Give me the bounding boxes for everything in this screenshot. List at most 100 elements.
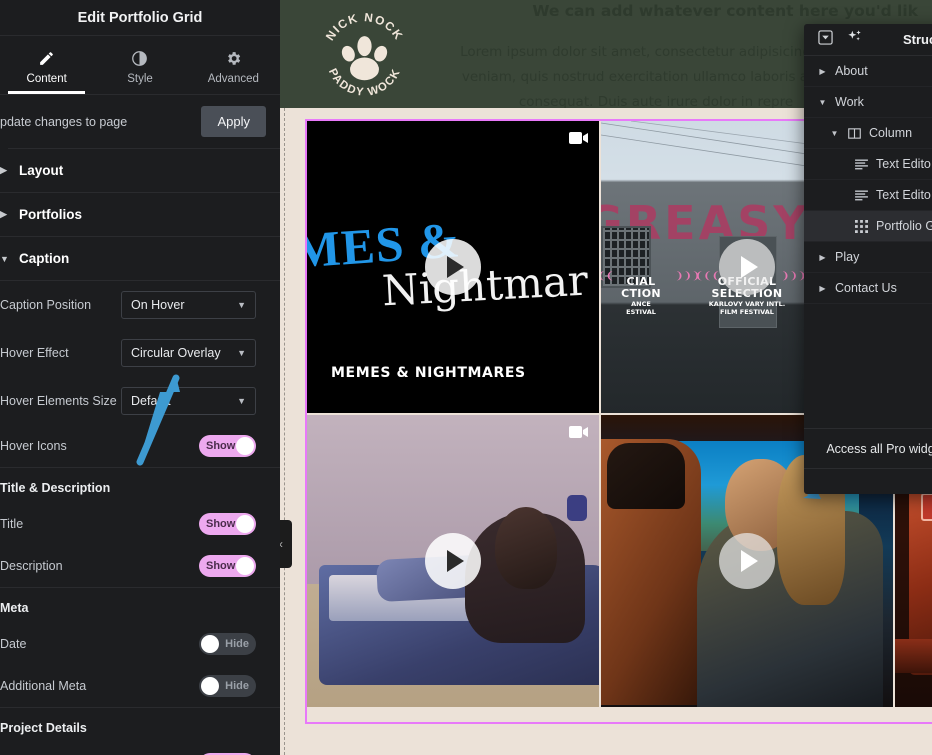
tree-item-label: Portfolio G [876, 219, 932, 233]
structure-title: Struc [903, 32, 932, 47]
panel-collapse-handle[interactable]: ‹ [280, 520, 292, 568]
tree-item-contact-us[interactable]: ▶ Contact Us [804, 273, 932, 304]
tree-item-label: Contact Us [835, 281, 897, 295]
text-editor-icon [854, 189, 868, 201]
date-toggle[interactable]: Hide [199, 633, 256, 655]
caption-position-value: On Hover [131, 298, 185, 312]
chevron-down-icon: ▼ [237, 300, 246, 310]
control-hover-elements-size: Hover Elements Size Default ▼ [0, 377, 280, 425]
laurel-leaf-right-icon: ❩❩❩ [675, 271, 701, 282]
play-button[interactable] [719, 239, 775, 295]
tile-artwork-word-b: Nightmar [380, 255, 590, 316]
gear-icon [225, 50, 242, 68]
portfolio-tile[interactable] [307, 415, 599, 707]
chevron-down-icon[interactable]: ▼ [818, 98, 827, 107]
control-description: Description Show [0, 545, 280, 587]
section-caption-label: Caption [19, 251, 70, 266]
tab-style[interactable]: Style [93, 36, 186, 94]
section-portfolios-label: Portfolios [19, 207, 82, 222]
tab-content-label: Content [26, 72, 67, 85]
play-button[interactable] [719, 533, 775, 589]
counter [895, 639, 932, 673]
control-caption-position: Caption Position On Hover ▼ [0, 281, 280, 329]
panel-scroll-area: pdate changes to page Apply ▶ Layout ▶ P… [0, 95, 280, 755]
car-headrest [607, 443, 685, 509]
subsection-project-details: Project Details [0, 721, 87, 735]
hover-effect-label: Hover Effect [0, 346, 69, 360]
additional-meta-toggle[interactable]: Hide [199, 675, 256, 697]
tab-advanced-label: Advanced [207, 72, 259, 85]
tile-caption: MEMES & NIGHTMARES [331, 365, 526, 381]
control-title: Title Show [0, 503, 280, 545]
tree-item-column[interactable]: ▼ Column [804, 118, 932, 149]
description-label: Description [0, 559, 63, 573]
subsection-meta: Meta [0, 601, 29, 615]
structure-footer-menu[interactable]: ··· [804, 468, 932, 494]
tree-item-label: About [835, 64, 868, 78]
subsection-title-description: Title & Description [0, 481, 111, 495]
tree-item-portfolio-grid[interactable]: Portfolio G [804, 211, 932, 242]
chevron-right-icon[interactable]: ▶ [818, 253, 827, 262]
hover-effect-value: Circular Overlay [131, 346, 221, 360]
hero-tagline: We can add whatever content here you'd l… [532, 2, 918, 20]
boxed-chevron-down-icon[interactable] [818, 29, 833, 50]
play-triangle-icon [446, 256, 464, 278]
chevron-down-icon: ▼ [237, 348, 246, 358]
tree-item-text-editor[interactable]: Text Edito [804, 180, 932, 211]
hover-icons-toggle[interactable]: Show [199, 435, 256, 457]
tree-item-label: Work [835, 95, 864, 109]
pro-widgets-promo[interactable]: Access all Pro widge [804, 428, 932, 468]
column-icon [847, 127, 861, 140]
chevron-right-icon: ▶ [0, 165, 7, 175]
portfolio-tile[interactable]: MES & Nightmar MEMES & NIGHTMARES [307, 121, 599, 413]
tree-item-work[interactable]: ▼ Work [804, 87, 932, 118]
section-portfolios[interactable]: ▶ Portfolios [0, 193, 280, 237]
control-date: Date Hide [0, 623, 280, 665]
structure-header: Struc [804, 24, 932, 56]
control-additional-meta: Additional Meta Hide [0, 665, 280, 707]
title-toggle[interactable]: Show [199, 513, 256, 535]
play-button[interactable] [425, 533, 481, 589]
play-triangle-icon [446, 550, 464, 572]
panel-title: Edit Portfolio Grid [0, 0, 280, 36]
structure-navigator-panel: Struc ▶ About ▼ Work ▼ Column [804, 24, 932, 494]
hover-effect-select[interactable]: Circular Overlay ▼ [121, 339, 256, 367]
tab-content[interactable]: Content [0, 36, 93, 94]
chevron-right-icon[interactable]: ▶ [818, 284, 827, 293]
apply-button[interactable]: Apply [201, 106, 266, 137]
tab-advanced[interactable]: Advanced [187, 36, 280, 94]
control-hover-icons: Hover Icons Show [0, 425, 280, 467]
video-badge-icon [569, 426, 588, 438]
section-caption[interactable]: ▼ Caption [0, 237, 280, 281]
widget-settings-panel: Edit Portfolio Grid Content Style Advanc… [0, 0, 280, 755]
tree-item-text-editor[interactable]: Text Edito [804, 149, 932, 180]
sparkle-ai-icon[interactable] [847, 29, 863, 50]
toggle-knob [201, 677, 219, 695]
section-layout[interactable]: ▶ Layout [0, 149, 280, 193]
person-hand [567, 495, 587, 521]
description-toggle[interactable]: Show [199, 555, 256, 577]
caption-position-select[interactable]: On Hover ▼ [121, 291, 256, 319]
tree-item-label: Column [869, 126, 913, 140]
tree-item-label: Text Edito [876, 188, 931, 202]
section-layout-label: Layout [19, 163, 64, 178]
hover-size-select[interactable]: Default ▼ [121, 387, 256, 415]
pencil-icon [38, 50, 55, 68]
tree-item-about[interactable]: ▶ About [804, 56, 932, 87]
laurel-leaf-right-icon: ❩❩❩ [781, 271, 807, 282]
contrast-icon [131, 50, 148, 68]
chevron-down-icon[interactable]: ▼ [830, 129, 839, 138]
laurel-leaf-left-icon: ❨❨❨ [601, 271, 615, 282]
tab-style-label: Style [127, 72, 153, 85]
video-badge-icon [569, 132, 588, 144]
chevron-right-icon[interactable]: ▶ [818, 67, 827, 76]
play-button[interactable] [425, 239, 481, 295]
tree-item-play[interactable]: ▶ Play [804, 242, 932, 273]
laurel-sub: KARLOVY VARY INTL. FILM FESTIVAL [708, 300, 786, 316]
additional-meta-label: Additional Meta [0, 679, 87, 693]
title-label: Title [0, 517, 24, 531]
control-show-project-details: Show Project Details Yes [0, 743, 280, 755]
canvas-guide-line [284, 108, 285, 755]
tree-item-label: Text Edito [876, 157, 931, 171]
play-triangle-icon [740, 256, 758, 278]
